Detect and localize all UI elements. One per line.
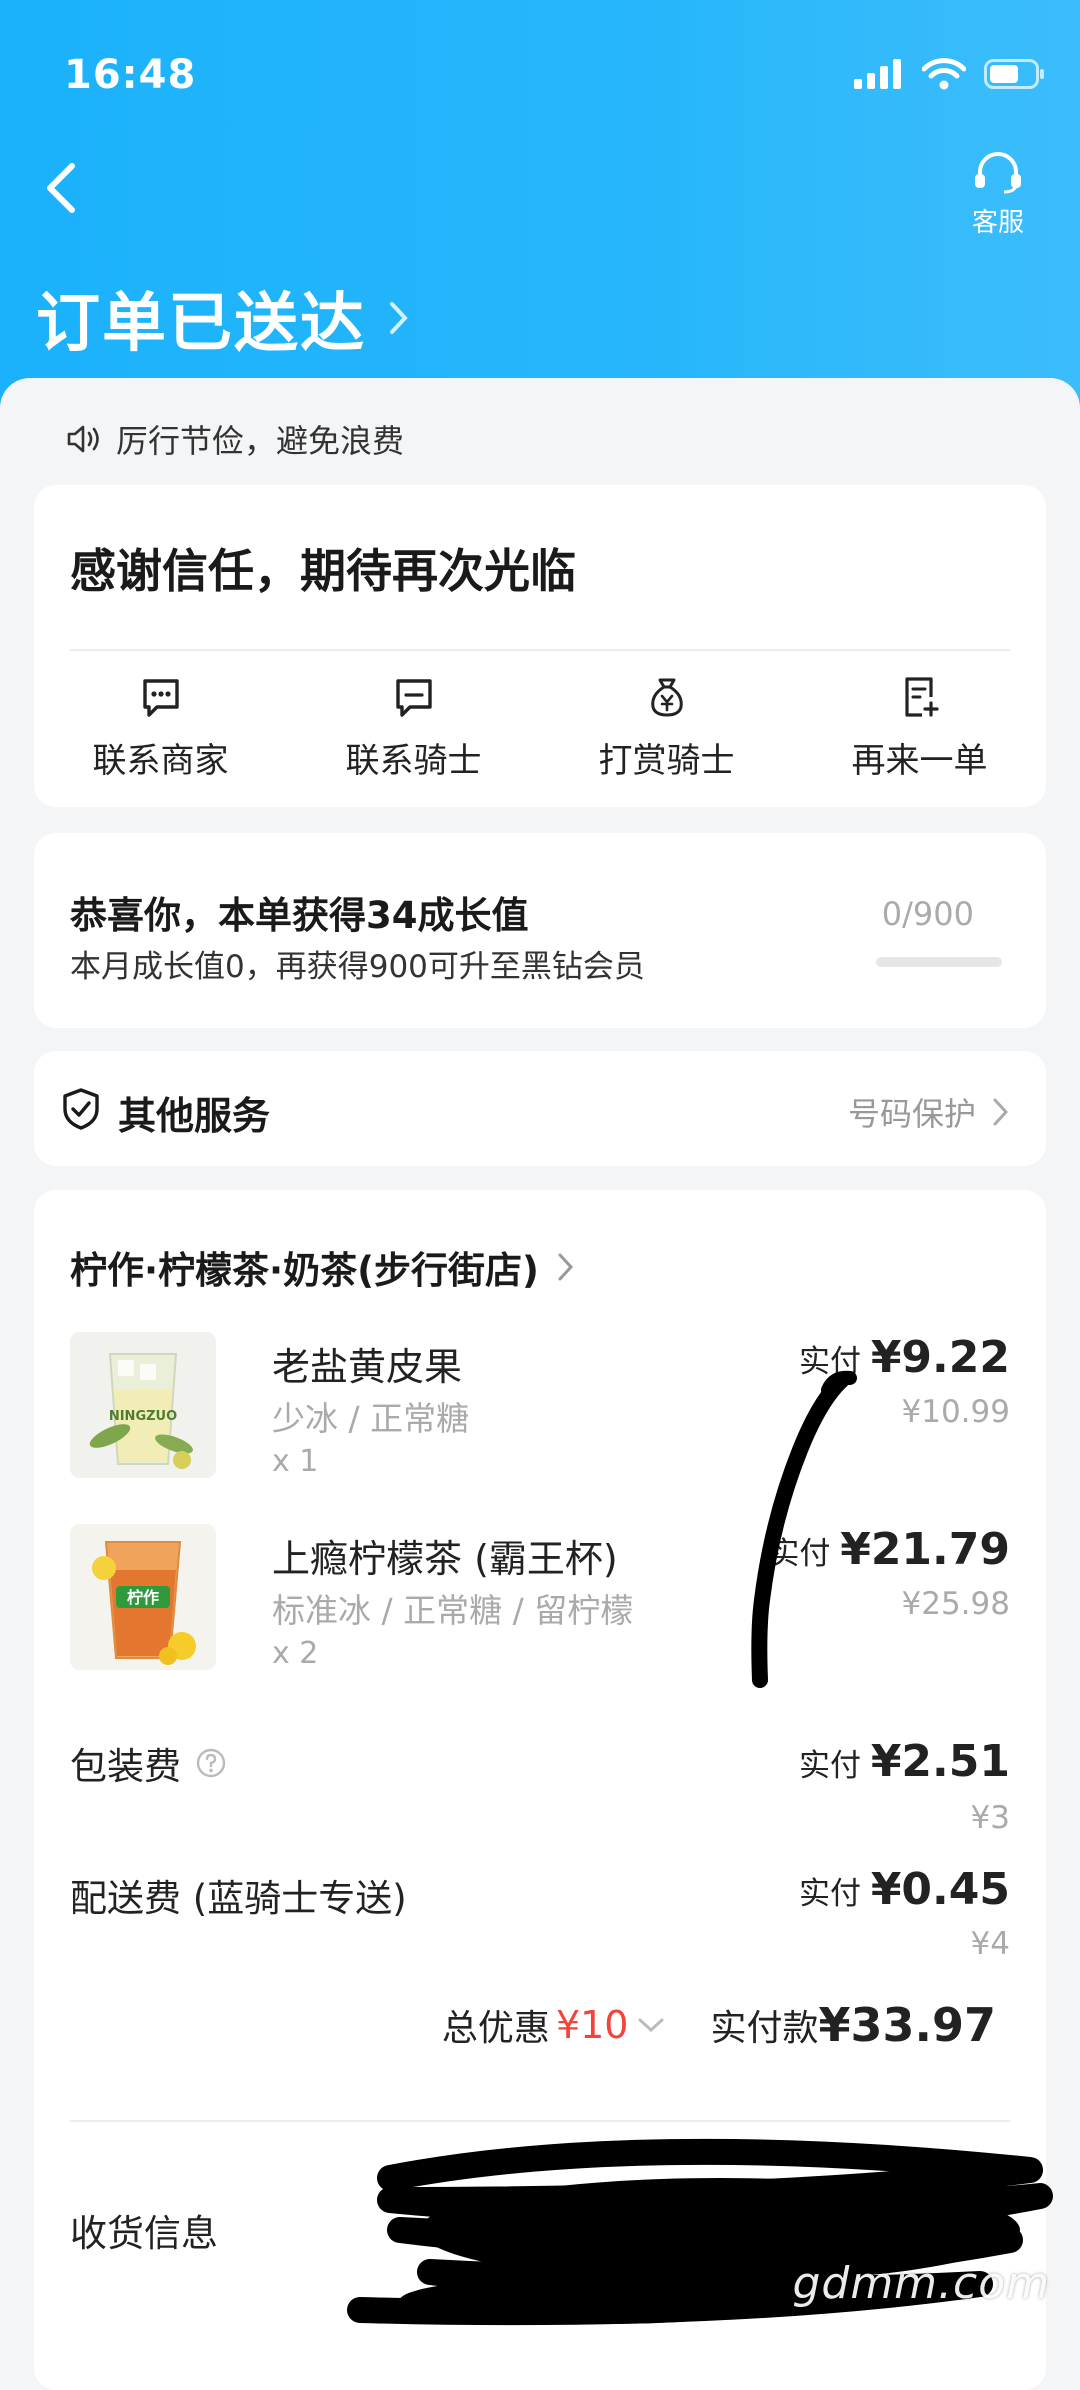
- item-name: 上瘾柠檬茶 (霸王杯): [272, 1537, 618, 1581]
- status-icons: [854, 58, 1046, 90]
- fee-label-text: 包装费: [70, 1745, 181, 1788]
- packaging-fee-original: ¥3: [970, 1800, 1010, 1836]
- delivery-fee-paid: 实付 ¥0.45: [799, 1864, 1010, 1915]
- contact-merchant-button[interactable]: 联系商家: [34, 675, 287, 782]
- chevron-right-icon: [558, 1253, 573, 1281]
- chevron-right-icon: [390, 302, 408, 334]
- number-protection-link[interactable]: 号码保护: [848, 1089, 1010, 1135]
- status-time: 16:48: [64, 52, 197, 98]
- shield-check-icon: [63, 1088, 99, 1130]
- paid-amount: ¥2.51: [870, 1736, 1010, 1787]
- money-bag-icon: [650, 678, 683, 717]
- thanks-card: 感谢信任，期待再次光临 联系商家 联系骑士 打赏骑士 再来一单: [34, 485, 1046, 807]
- chevron-right-icon: [993, 1098, 1009, 1126]
- paid-label: 实付: [768, 1536, 831, 1572]
- growth-progress-bar: [876, 957, 1002, 967]
- wifi-icon: [922, 58, 966, 90]
- drink-cup-image: 柠作: [70, 1524, 216, 1670]
- back-icon[interactable]: [40, 158, 84, 218]
- divider: [70, 2120, 1010, 2122]
- divider: [70, 649, 1010, 651]
- battery-icon: [984, 59, 1044, 89]
- item-image: NINGZUO: [70, 1332, 216, 1478]
- tip-rider-button[interactable]: 打赏骑士: [540, 675, 793, 782]
- total-paid-label: 实付款: [710, 2008, 819, 2049]
- total-discount-amount: ¥10: [555, 2003, 629, 2047]
- item-spec: 标准冰 / 正常糖 / 留柠檬: [272, 1591, 634, 1630]
- delivery-fee-label: 配送费 (蓝骑士专送): [70, 1868, 407, 1922]
- signal-icon: [854, 59, 901, 89]
- speaker-icon: [67, 425, 99, 453]
- store-name: 柠作·柠檬茶·奶茶(步行街店): [70, 1249, 539, 1292]
- notice-bar: 厉行节俭，避免浪费: [66, 416, 404, 462]
- chat-icon: [142, 679, 179, 717]
- other-services-label: 其他服务: [118, 1094, 271, 1138]
- contact-rider-button[interactable]: 联系骑士: [287, 675, 540, 782]
- help-icon[interactable]: [195, 1747, 227, 1779]
- reorder-icon: [904, 677, 939, 717]
- headset-icon: [975, 152, 1021, 194]
- thumb-label: 柠作: [127, 1588, 159, 1607]
- action-label: 再来一单: [851, 741, 988, 781]
- item-image: 柠作: [70, 1524, 216, 1670]
- thanks-message: 感谢信任，期待再次光临: [70, 544, 576, 598]
- growth-subtitle: 本月成长值0，再获得900可升至黑钻会员: [70, 949, 645, 985]
- order-status-text: 订单已送达: [36, 287, 366, 361]
- order-total: 总优惠 ¥10 实付款 ¥33.97: [442, 1998, 996, 2052]
- watermark: gdmm.com: [792, 2258, 1050, 2309]
- item-paid: 实付 ¥9.22: [799, 1332, 1010, 1383]
- order-card: 柠作·柠檬茶·奶茶(步行街店) NINGZUO 老盐黄皮果 少冰 / 正常糖 x…: [34, 1190, 1046, 2390]
- header: 16:48 客服 订单已送达: [0, 0, 1080, 420]
- growth-card[interactable]: 恭喜你，本单获得34成长值 本月成长值0，再获得900可升至黑钻会员 0/900: [34, 833, 1046, 1028]
- total-paid-amount: ¥33.97: [818, 1998, 996, 2052]
- item-qty: x 1: [272, 1444, 319, 1479]
- fee-label-text: 配送费 (蓝骑士专送): [70, 1877, 407, 1920]
- order-status-title[interactable]: 订单已送达: [36, 272, 410, 364]
- growth-progress-text: 0/900: [881, 895, 974, 933]
- packaging-fee-paid: 实付 ¥2.51: [799, 1736, 1010, 1787]
- other-services-row[interactable]: 其他服务 号码保护: [34, 1051, 1046, 1166]
- drink-cup-image: NINGZUO: [70, 1332, 216, 1478]
- action-label: 联系骑士: [345, 741, 482, 781]
- delivery-fee-original: ¥4: [970, 1926, 1010, 1962]
- paid-amount: ¥0.45: [870, 1864, 1010, 1915]
- item-original-price: ¥10.99: [901, 1394, 1010, 1430]
- customer-service-button[interactable]: 客服: [958, 150, 1038, 239]
- item-spec: 少冰 / 正常糖: [272, 1399, 470, 1438]
- reorder-button[interactable]: 再来一单: [793, 675, 1046, 782]
- customer-service-label: 客服: [971, 208, 1024, 238]
- chevron-down-icon[interactable]: [636, 2015, 666, 2035]
- item-qty: x 2: [272, 1636, 319, 1671]
- order-item[interactable]: NINGZUO 老盐黄皮果 少冰 / 正常糖 x 1 实付 ¥9.22 ¥10.…: [70, 1332, 1010, 1482]
- store-name-link[interactable]: 柠作·柠檬茶·奶茶(步行街店): [70, 1240, 575, 1294]
- chat-icon: [395, 679, 432, 717]
- item-paid: 实付 ¥21.79: [768, 1524, 1010, 1575]
- paid-amount: ¥9.22: [870, 1332, 1010, 1383]
- paid-label: 实付: [798, 1344, 861, 1380]
- item-name: 老盐黄皮果: [272, 1345, 463, 1389]
- packaging-fee-label: 包装费: [70, 1736, 227, 1790]
- number-protection-text: 号码保护: [847, 1095, 976, 1133]
- action-label: 打赏骑士: [598, 741, 735, 781]
- paid-label: 实付: [798, 1748, 861, 1784]
- action-label: 联系商家: [92, 741, 229, 781]
- total-discount-label: 总优惠: [441, 2008, 550, 2049]
- receiver-info-label: 收货信息: [70, 2212, 218, 2255]
- item-original-price: ¥25.98: [901, 1586, 1010, 1622]
- paid-amount: ¥21.79: [840, 1524, 1010, 1575]
- paid-label: 实付: [798, 1876, 861, 1912]
- thumb-label: NINGZUO: [109, 1409, 177, 1424]
- notice-text: 厉行节俭，避免浪费: [116, 422, 405, 460]
- action-row: 联系商家 联系骑士 打赏骑士 再来一单: [34, 675, 1046, 782]
- order-detail-sheet: 厉行节俭，避免浪费 感谢信任，期待再次光临 联系商家 联系骑士 打赏骑士 再来一…: [0, 378, 1080, 2390]
- order-item[interactable]: 柠作 上瘾柠檬茶 (霸王杯) 标准冰 / 正常糖 / 留柠檬 x 2 实付 ¥2…: [70, 1524, 1010, 1674]
- growth-title: 恭喜你，本单获得34成长值: [70, 894, 529, 937]
